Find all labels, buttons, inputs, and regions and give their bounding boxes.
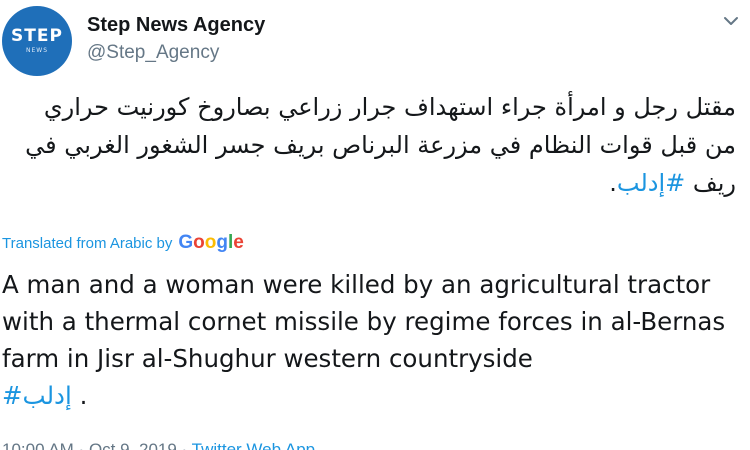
- translation-body: A man and a woman were killed by an agri…: [2, 270, 726, 373]
- display-name[interactable]: Step News Agency: [87, 14, 265, 37]
- meta-separator: ·: [73, 440, 89, 450]
- tweet-source-link[interactable]: Twitter Web App: [192, 440, 315, 450]
- meta-separator-2: ·: [176, 440, 192, 450]
- google-logo: Google: [178, 232, 244, 253]
- tweet-text-translation: A man and a woman were killed by an agri…: [2, 266, 742, 414]
- tweet-text-arabic: مقتل رجل و امرأة جراء استهداف جرار زراعي…: [16, 88, 736, 202]
- avatar[interactable]: STEP NEWS: [2, 6, 72, 76]
- tweet-time[interactable]: 10:00 AM: [2, 440, 74, 450]
- translation-period: .: [79, 381, 88, 410]
- chevron-down-icon[interactable]: [722, 14, 740, 28]
- avatar-logo-text: STEP: [11, 26, 63, 46]
- tweet-card: STEP NEWS Step News Agency @Step_Agency …: [0, 0, 750, 450]
- translation-hashtag-link[interactable]: #إدلب: [2, 381, 72, 410]
- hashtag-link[interactable]: #إدلب: [617, 169, 685, 197]
- translation-attribution: Translated from Arabic by Google: [2, 232, 244, 254]
- translation-label: Translated from Arabic by: [2, 235, 173, 252]
- tweet-date[interactable]: Oct 9, 2019: [89, 440, 177, 450]
- user-handle[interactable]: @Step_Agency: [87, 42, 219, 64]
- tweet-metadata: 10:00 AM · Oct 9, 2019 · Twitter Web App: [2, 440, 315, 450]
- avatar-logo-subtext: NEWS: [25, 47, 49, 54]
- arabic-period: .: [609, 169, 617, 197]
